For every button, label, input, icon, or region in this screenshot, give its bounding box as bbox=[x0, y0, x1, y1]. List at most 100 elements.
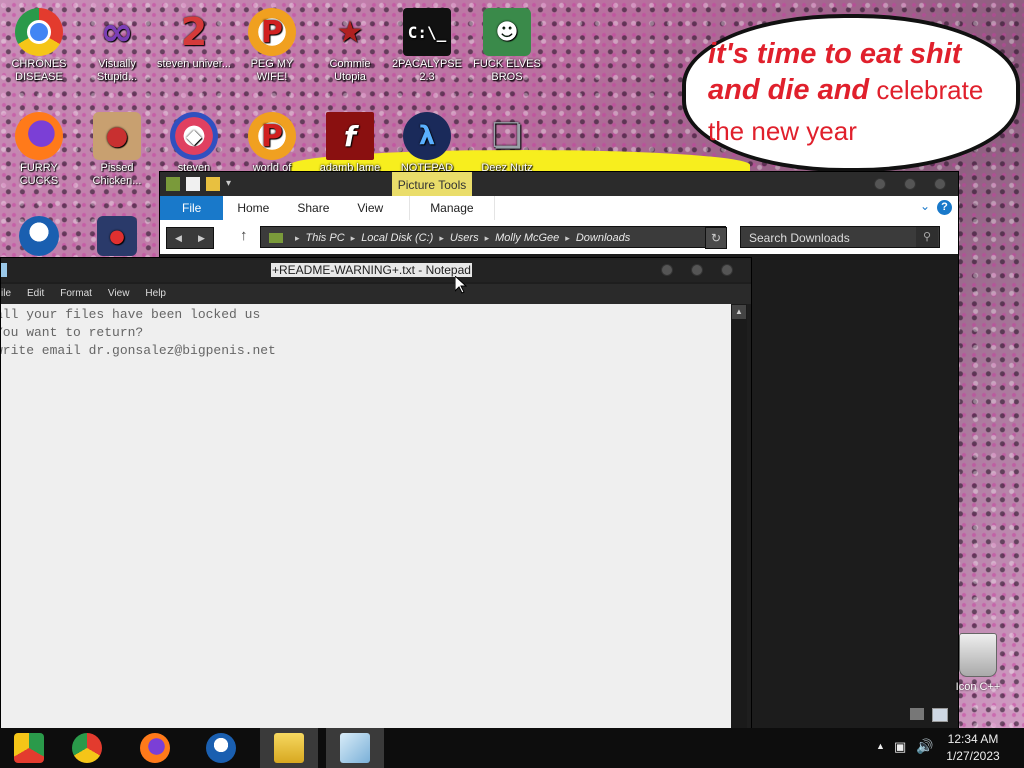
properties-icon[interactable] bbox=[186, 177, 200, 191]
desktop-icon-peg-my-wife[interactable]: P PEG MY WIFE! bbox=[235, 8, 309, 84]
taskbar-app-obama[interactable] bbox=[192, 728, 250, 768]
text-line: You want to return? bbox=[1, 325, 144, 340]
up-arrow-icon[interactable]: ↑ bbox=[240, 227, 248, 244]
desktop-icon-adamb-lame[interactable]: f adamb lame bbox=[313, 112, 387, 175]
desktop-icon-furry-cucks[interactable]: FURRY CUCKS bbox=[2, 112, 76, 188]
taskbar-app-firefox[interactable] bbox=[126, 728, 184, 768]
notepad-window-controls bbox=[661, 264, 733, 276]
desktop-icon-label: Pissed Chicken... bbox=[92, 162, 142, 187]
desktop-icon-label: 2PACALYPSE 2.3 bbox=[392, 58, 462, 83]
notepad-scrollbar[interactable]: ▲ bbox=[731, 304, 747, 732]
folder-icon bbox=[269, 233, 283, 244]
notepad-title: +README-WARNING+.txt - Notepad bbox=[271, 263, 472, 277]
large-icons-view-icon[interactable] bbox=[932, 708, 948, 722]
help-icon[interactable]: ? bbox=[937, 200, 952, 215]
notepad-plus-icon: λ bbox=[403, 112, 451, 160]
breadcrumb-this-pc[interactable]: This PC bbox=[306, 232, 345, 244]
bubble-line-2a: and die and bbox=[708, 74, 870, 106]
forward-button[interactable]: ▶ bbox=[190, 228, 213, 248]
chrome-icon bbox=[15, 8, 63, 56]
obama-taskbar-icon bbox=[206, 733, 236, 763]
menu-view[interactable]: View bbox=[108, 284, 130, 304]
tab-file[interactable]: File bbox=[160, 196, 224, 220]
desktop-icon-label: FURRY CUCKS bbox=[19, 162, 59, 187]
desktop-icon-deez-nutz[interactable]: ❏ Deez Nutz bbox=[470, 112, 544, 175]
file-explorer-taskbar-icon bbox=[274, 733, 304, 763]
taskbar-app-file-explorer[interactable] bbox=[260, 728, 318, 768]
menu-help[interactable]: Help bbox=[145, 284, 166, 304]
notepad-text-area[interactable]: all your files have been locked us You w… bbox=[1, 304, 731, 732]
picture-tools-contextual-tab: Picture Tools bbox=[392, 172, 472, 198]
notepad-app-icon bbox=[1, 263, 7, 277]
bubble-line-1: it's time to eat shit bbox=[708, 38, 962, 70]
recycle-bin-icon bbox=[959, 633, 997, 677]
commie-utopia-icon: ★ bbox=[336, 14, 364, 50]
desktop-icon-commie-utopia[interactable]: ★ Commie Utopia bbox=[313, 8, 387, 84]
tab-home[interactable]: Home bbox=[223, 196, 283, 220]
address-bar[interactable]: ▸ This PC ▸ Local Disk (C:) ▸ Users ▸ Molly McG… bbox=[260, 226, 726, 248]
notepad-maximize-button[interactable] bbox=[691, 264, 703, 276]
terminal-icon: C:\_ bbox=[403, 8, 451, 56]
refresh-icon[interactable]: ↻ bbox=[705, 227, 727, 249]
desktop-icon-visually-stupid[interactable]: ∞ Visually Stupid... bbox=[80, 8, 154, 84]
notepad-close-button[interactable] bbox=[721, 264, 733, 276]
speech-bubble-text: it's time to eat shit and die and celebr… bbox=[708, 36, 1008, 149]
breadcrumb-molly-mcgee[interactable]: Molly McGee bbox=[495, 232, 559, 244]
scroll-up-arrow-icon[interactable]: ▲ bbox=[732, 305, 746, 319]
menu-format[interactable]: Format bbox=[60, 284, 92, 304]
angry-birds-seasons-icon: ● bbox=[93, 112, 141, 160]
close-button[interactable] bbox=[934, 178, 946, 190]
desktop-icon-steven-universe[interactable]: 2 steven univer... bbox=[157, 8, 231, 71]
taskbar: ▲ ▣ 🔊 12:34 AM 1/27/2023 bbox=[0, 728, 1024, 768]
taskbar-app-notepad[interactable] bbox=[326, 728, 384, 768]
peggle-icon: P bbox=[248, 8, 296, 56]
address-row: ◀ ▶ ↑ ▸ This PC ▸ Local Disk (C:) ▸ Users ▸ Mol… bbox=[160, 220, 958, 254]
taskbar-app-chrome[interactable] bbox=[58, 728, 116, 768]
peggle-world-icon: P bbox=[248, 112, 296, 160]
chevron-down-icon[interactable]: ▾ bbox=[226, 177, 240, 191]
breadcrumb-users[interactable]: Users bbox=[450, 232, 479, 244]
desktop-icon-notepad[interactable]: λ NOTEPAD bbox=[390, 112, 464, 175]
maximize-button[interactable] bbox=[904, 178, 916, 190]
back-button[interactable]: ◀ bbox=[167, 228, 190, 248]
desktop-icon-label: FUCK ELVES BROS bbox=[473, 58, 541, 83]
flash-icon: f bbox=[326, 112, 374, 160]
details-view-icon[interactable] bbox=[910, 708, 924, 720]
desktop-icon-angry-birds-space[interactable]: ● bbox=[80, 216, 154, 258]
clock[interactable]: 12:34 AM 1/27/2023 bbox=[938, 731, 1008, 765]
tab-manage[interactable]: Manage bbox=[409, 196, 495, 220]
notepad-title-bar: +README-WARNING+.txt - Notepad bbox=[1, 258, 751, 282]
firefox-taskbar-icon bbox=[140, 733, 170, 763]
desktop-icon-label: Commie Utopia bbox=[329, 58, 371, 83]
search-input[interactable]: Search Downloads bbox=[740, 226, 940, 248]
gem-icon: ◆ bbox=[170, 112, 218, 160]
folder-green-icon[interactable] bbox=[166, 177, 180, 191]
show-hidden-icons-chevron-icon[interactable]: ▲ bbox=[876, 741, 885, 751]
steven-universe-icon: 2 bbox=[180, 9, 208, 54]
desktop-icon-obama[interactable] bbox=[2, 216, 76, 258]
text-line: write email dr.gonsalez@bigpenis.net bbox=[1, 343, 276, 358]
new-folder-icon[interactable] bbox=[206, 177, 220, 191]
menu-file[interactable]: ile bbox=[1, 284, 11, 304]
breadcrumb-downloads[interactable]: Downloads bbox=[576, 232, 630, 244]
desktop-icon-chrones-disease[interactable]: CHRONES DISEASE bbox=[2, 8, 76, 84]
desktop-icon-steven[interactable]: ◆ steven bbox=[157, 112, 231, 175]
desktop-icon-recycle-bin[interactable]: Icon C++ bbox=[950, 633, 1006, 693]
expand-ribbon-icon[interactable]: ⌄ bbox=[920, 199, 930, 213]
notepad-minimize-button[interactable] bbox=[661, 264, 673, 276]
tab-share[interactable]: Share bbox=[283, 196, 343, 220]
minimize-button[interactable] bbox=[874, 178, 886, 190]
taskbar-app-chrome-alt[interactable] bbox=[0, 728, 58, 768]
volume-icon[interactable]: 🔊 bbox=[916, 738, 933, 755]
angry-birds-space-icon: ● bbox=[97, 216, 137, 256]
tab-view[interactable]: View bbox=[343, 196, 397, 220]
menu-edit[interactable]: Edit bbox=[27, 284, 44, 304]
network-icon[interactable]: ▣ bbox=[894, 739, 906, 755]
desktop-icon-2pacalypse[interactable]: C:\_ 2PACALYPSE 2.3 bbox=[390, 8, 464, 84]
desktop-icon-pissed-chicken[interactable]: ● Pissed Chicken... bbox=[80, 112, 154, 188]
text-line: all your files have been locked us bbox=[1, 307, 261, 322]
desktop-icon-fuck-elves-bros[interactable]: ☻ FUCK ELVES BROS bbox=[470, 8, 544, 84]
desktop-icon-world-of[interactable]: P world of bbox=[235, 112, 309, 175]
breadcrumb-local-disk[interactable]: Local Disk (C:) bbox=[361, 232, 433, 244]
search-icon[interactable]: ⚲ bbox=[916, 227, 938, 247]
